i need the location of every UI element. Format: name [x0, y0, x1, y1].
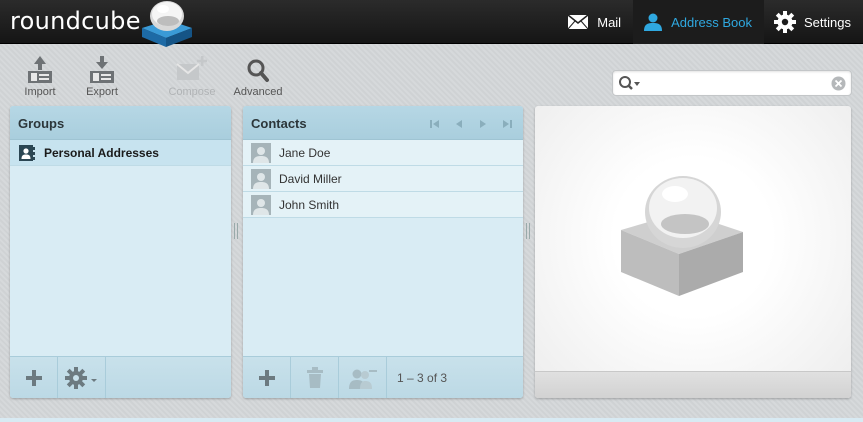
gear-menu-icon	[64, 367, 97, 389]
contact-row[interactable]: John Smith	[243, 192, 523, 218]
advanced-search-button[interactable]: Advanced	[228, 54, 288, 100]
contact-row[interactable]: Jane Doe	[243, 140, 523, 166]
add-contact-button[interactable]	[243, 357, 291, 398]
next-page-icon[interactable]	[477, 118, 489, 130]
contacts-footer: 1 – 3 of 3	[243, 356, 523, 398]
remove-from-group-button[interactable]	[339, 357, 387, 398]
compose-mail-icon	[176, 56, 207, 80]
contact-icon	[644, 13, 663, 31]
contact-name: David Miller	[279, 171, 342, 186]
compose-label: Compose	[168, 86, 216, 98]
group-item-personal-addresses[interactable]: Personal Addresses	[10, 140, 231, 166]
contact-name: John Smith	[279, 197, 340, 212]
groups-splitter[interactable]	[234, 223, 238, 239]
contacts-title: Contacts	[251, 116, 307, 131]
groups-title: Groups	[10, 106, 231, 140]
last-page-icon[interactable]	[501, 118, 513, 130]
remove-user-icon	[348, 369, 377, 389]
previous-page-icon[interactable]	[453, 118, 465, 130]
plus-icon	[25, 370, 42, 386]
roundcube-logo-icon	[142, 1, 192, 47]
advanced-label: Advanced	[233, 86, 283, 98]
nav-settings-label: Settings	[804, 14, 851, 30]
nav-settings[interactable]: Settings	[764, 0, 863, 44]
contacts-splitter[interactable]	[526, 223, 530, 239]
top-header: roundcube Mail Address Book Settings	[0, 0, 863, 47]
contact-avatar-icon	[251, 168, 271, 189]
export-label: Export	[86, 86, 118, 98]
search-input[interactable]	[639, 74, 819, 92]
logo: roundcube	[10, 1, 192, 47]
trash-icon	[306, 367, 323, 388]
contact-avatar-icon	[251, 142, 271, 163]
compose-button[interactable]: Compose	[162, 54, 222, 100]
magnifier-icon	[247, 59, 269, 82]
envelope-icon	[567, 14, 589, 30]
address-book-icon	[19, 144, 35, 161]
import-icon	[28, 56, 52, 83]
import-button[interactable]: Import	[10, 54, 70, 100]
group-options-button[interactable]	[58, 357, 106, 398]
import-label: Import	[24, 86, 56, 98]
gear-icon	[774, 11, 797, 33]
delete-contact-button[interactable]	[291, 357, 339, 398]
nav-mail[interactable]: Mail	[557, 0, 633, 44]
plus-icon	[258, 370, 275, 386]
roundcube-watermark-icon	[621, 176, 743, 296]
contact-name: Jane Doe	[279, 145, 331, 160]
quick-search	[612, 70, 852, 96]
groups-panel: Groups Personal Addresses	[10, 106, 231, 398]
groups-footer	[10, 356, 231, 398]
contact-avatar-icon	[251, 194, 271, 215]
clear-search-icon[interactable]	[831, 76, 846, 91]
export-icon	[90, 56, 114, 83]
bottom-strip	[0, 418, 863, 422]
top-navigation: Mail Address Book Settings	[557, 0, 863, 44]
nav-mail-label: Mail	[597, 14, 622, 30]
contact-preview-frame	[535, 106, 851, 398]
first-page-icon[interactable]	[429, 118, 441, 130]
contacts-header: Contacts	[243, 106, 523, 140]
export-button[interactable]: Export	[72, 54, 132, 100]
contacts-panel: Contacts Jane Doe David Miller John Smit…	[243, 106, 523, 398]
group-label: Personal Addresses	[44, 145, 159, 160]
preview-footer	[535, 371, 851, 398]
contacts-pager	[429, 118, 513, 130]
add-group-button[interactable]	[10, 357, 58, 398]
contacts-count: 1 – 3 of 3	[397, 371, 448, 385]
nav-address-book-label: Address Book	[671, 14, 753, 30]
contact-row[interactable]: David Miller	[243, 166, 523, 192]
logo-text: roundcube	[10, 7, 141, 35]
nav-address-book[interactable]: Address Book	[633, 0, 765, 44]
